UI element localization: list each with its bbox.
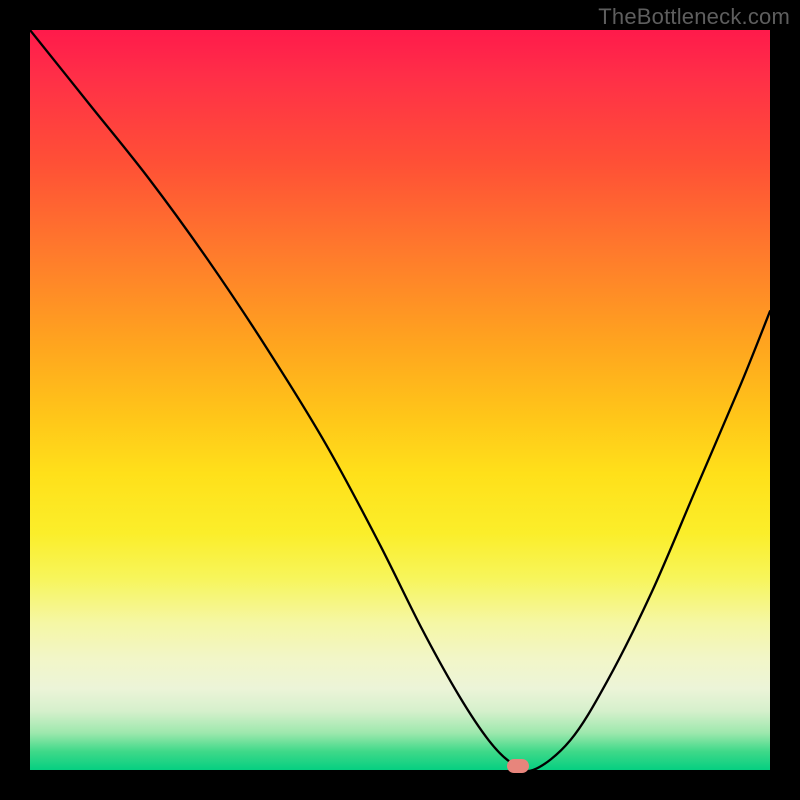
plot-area [30, 30, 770, 770]
watermark-text: TheBottleneck.com [598, 4, 790, 30]
chart-frame: TheBottleneck.com [0, 0, 800, 800]
optimum-marker [507, 759, 529, 773]
bottleneck-curve [30, 30, 770, 770]
